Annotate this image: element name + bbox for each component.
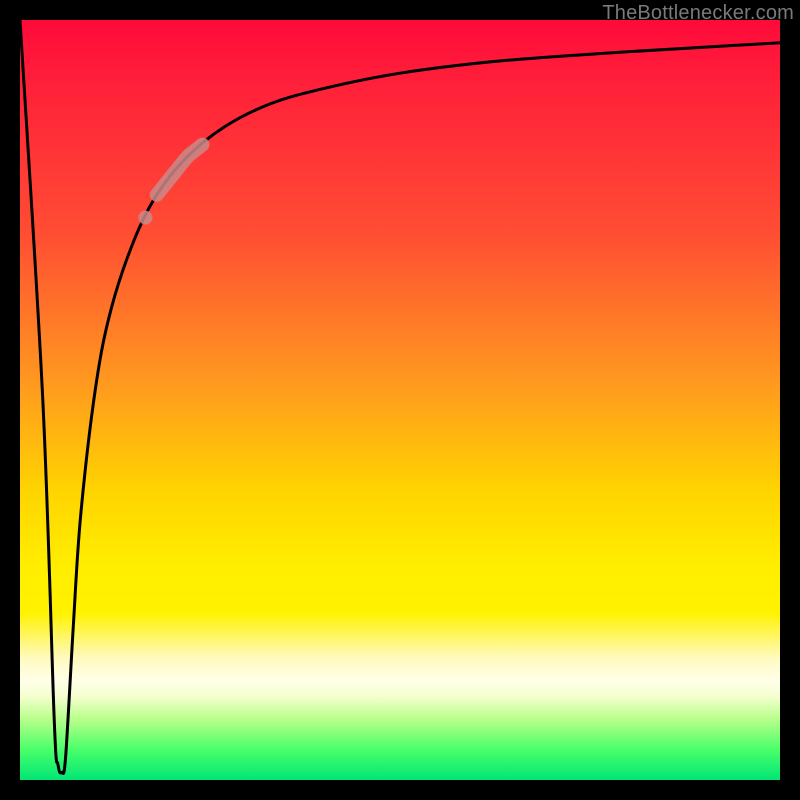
- highlight-segment: [157, 145, 203, 195]
- chart-frame: TheBottlenecker.com: [0, 0, 800, 800]
- highlight-dot: [138, 211, 152, 225]
- bottleneck-curve: [20, 20, 780, 773]
- curve-layer: [20, 20, 780, 780]
